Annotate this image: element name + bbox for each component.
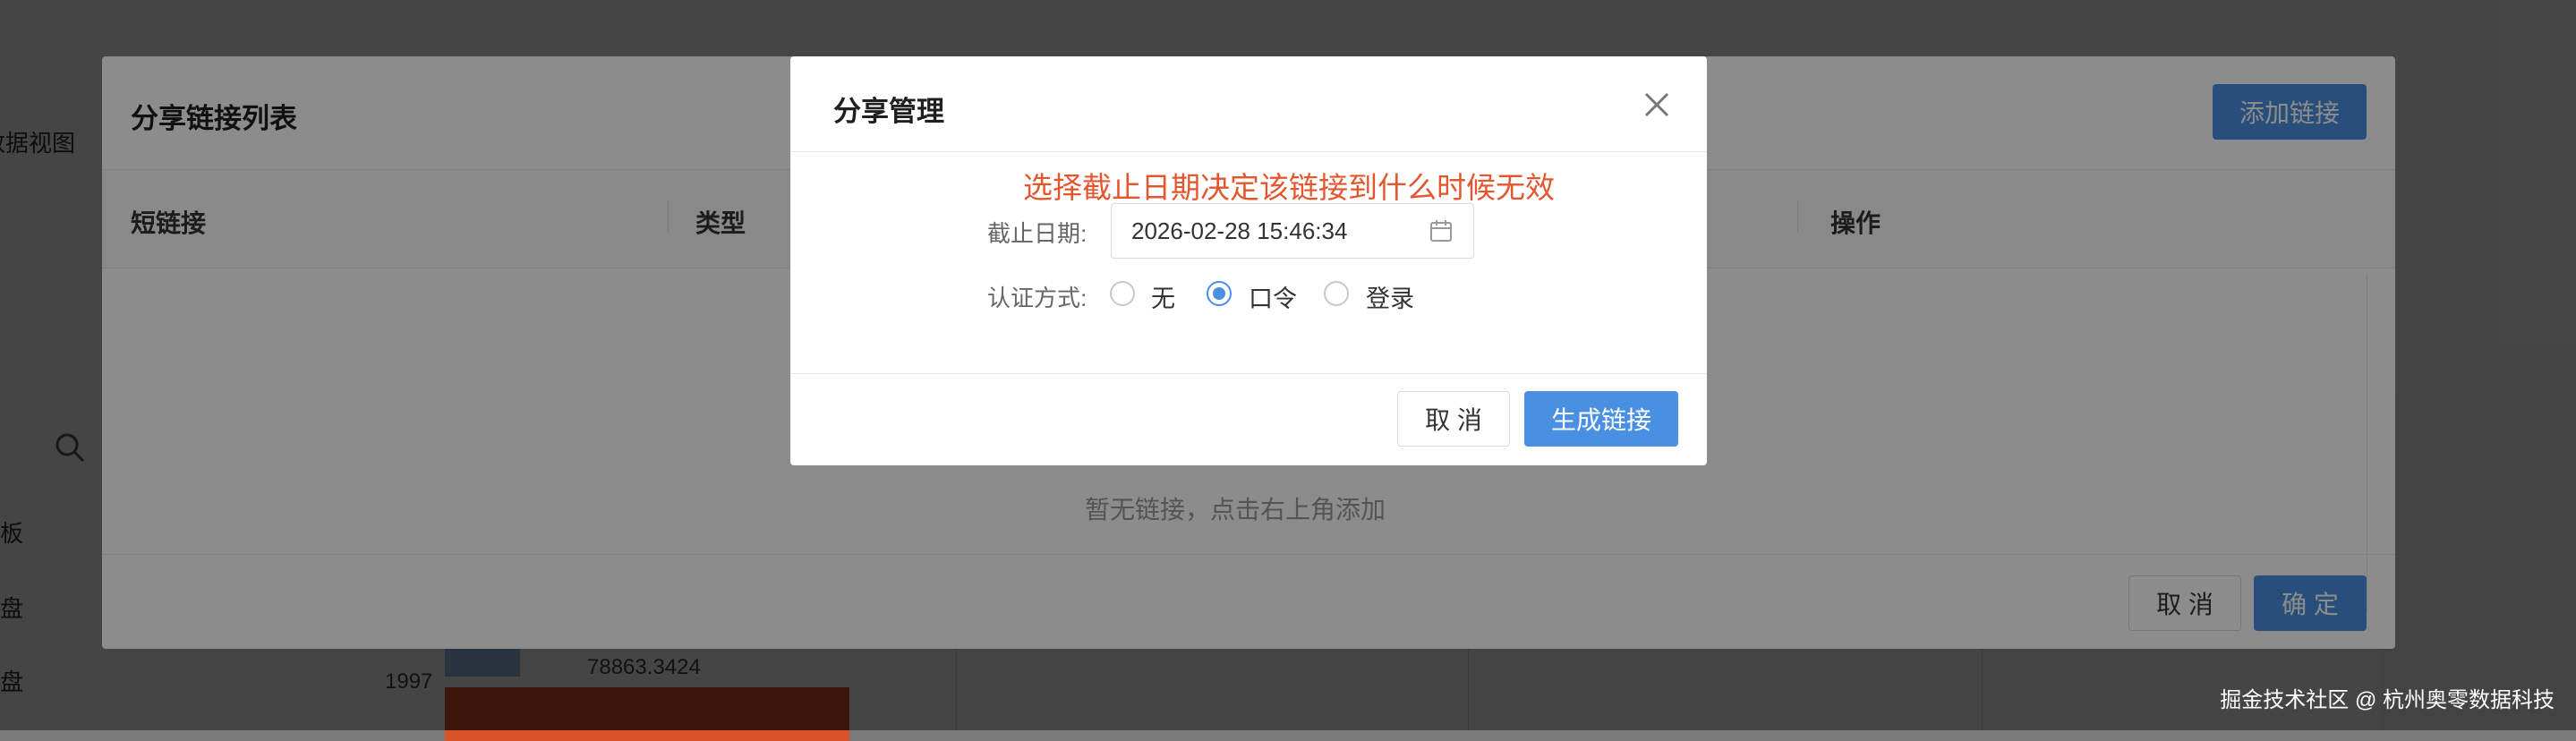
radio-password-label[interactable]: 口令 [1249, 279, 1297, 314]
radio-none-label[interactable]: 无 [1151, 279, 1175, 314]
radio-password[interactable] [1206, 280, 1233, 307]
generate-link-button[interactable]: 生成链接 [1524, 391, 1678, 447]
dialog-title: 分享管理 [833, 96, 944, 127]
radio-login[interactable] [1323, 280, 1350, 307]
radio-login-label[interactable]: 登录 [1366, 279, 1414, 314]
share-manage-dialog: 分享管理 选择截止日期决定该链接到什么时候无效 截止日期: 2026-02-28… [790, 56, 1707, 465]
divider [790, 151, 1707, 152]
divider [790, 373, 1707, 374]
deadline-date-picker[interactable]: 2026-02-28 15:46:34 [1111, 203, 1474, 259]
deadline-hint: 选择截止日期决定该链接到什么时候无效 [1023, 171, 1555, 204]
watermark: 掘金技术社区 @ 杭州奥零数据科技 [2220, 688, 2555, 712]
calendar-icon[interactable] [1429, 218, 1454, 243]
deadline-value: 2026-02-28 15:46:34 [1131, 217, 1348, 244]
close-icon[interactable] [1642, 90, 1671, 119]
cancel-button[interactable]: 取 消 [1397, 391, 1510, 447]
deadline-label: 截止日期: [987, 220, 1088, 247]
radio-none[interactable] [1109, 280, 1136, 307]
auth-method-label: 认证方式: [987, 285, 1088, 311]
